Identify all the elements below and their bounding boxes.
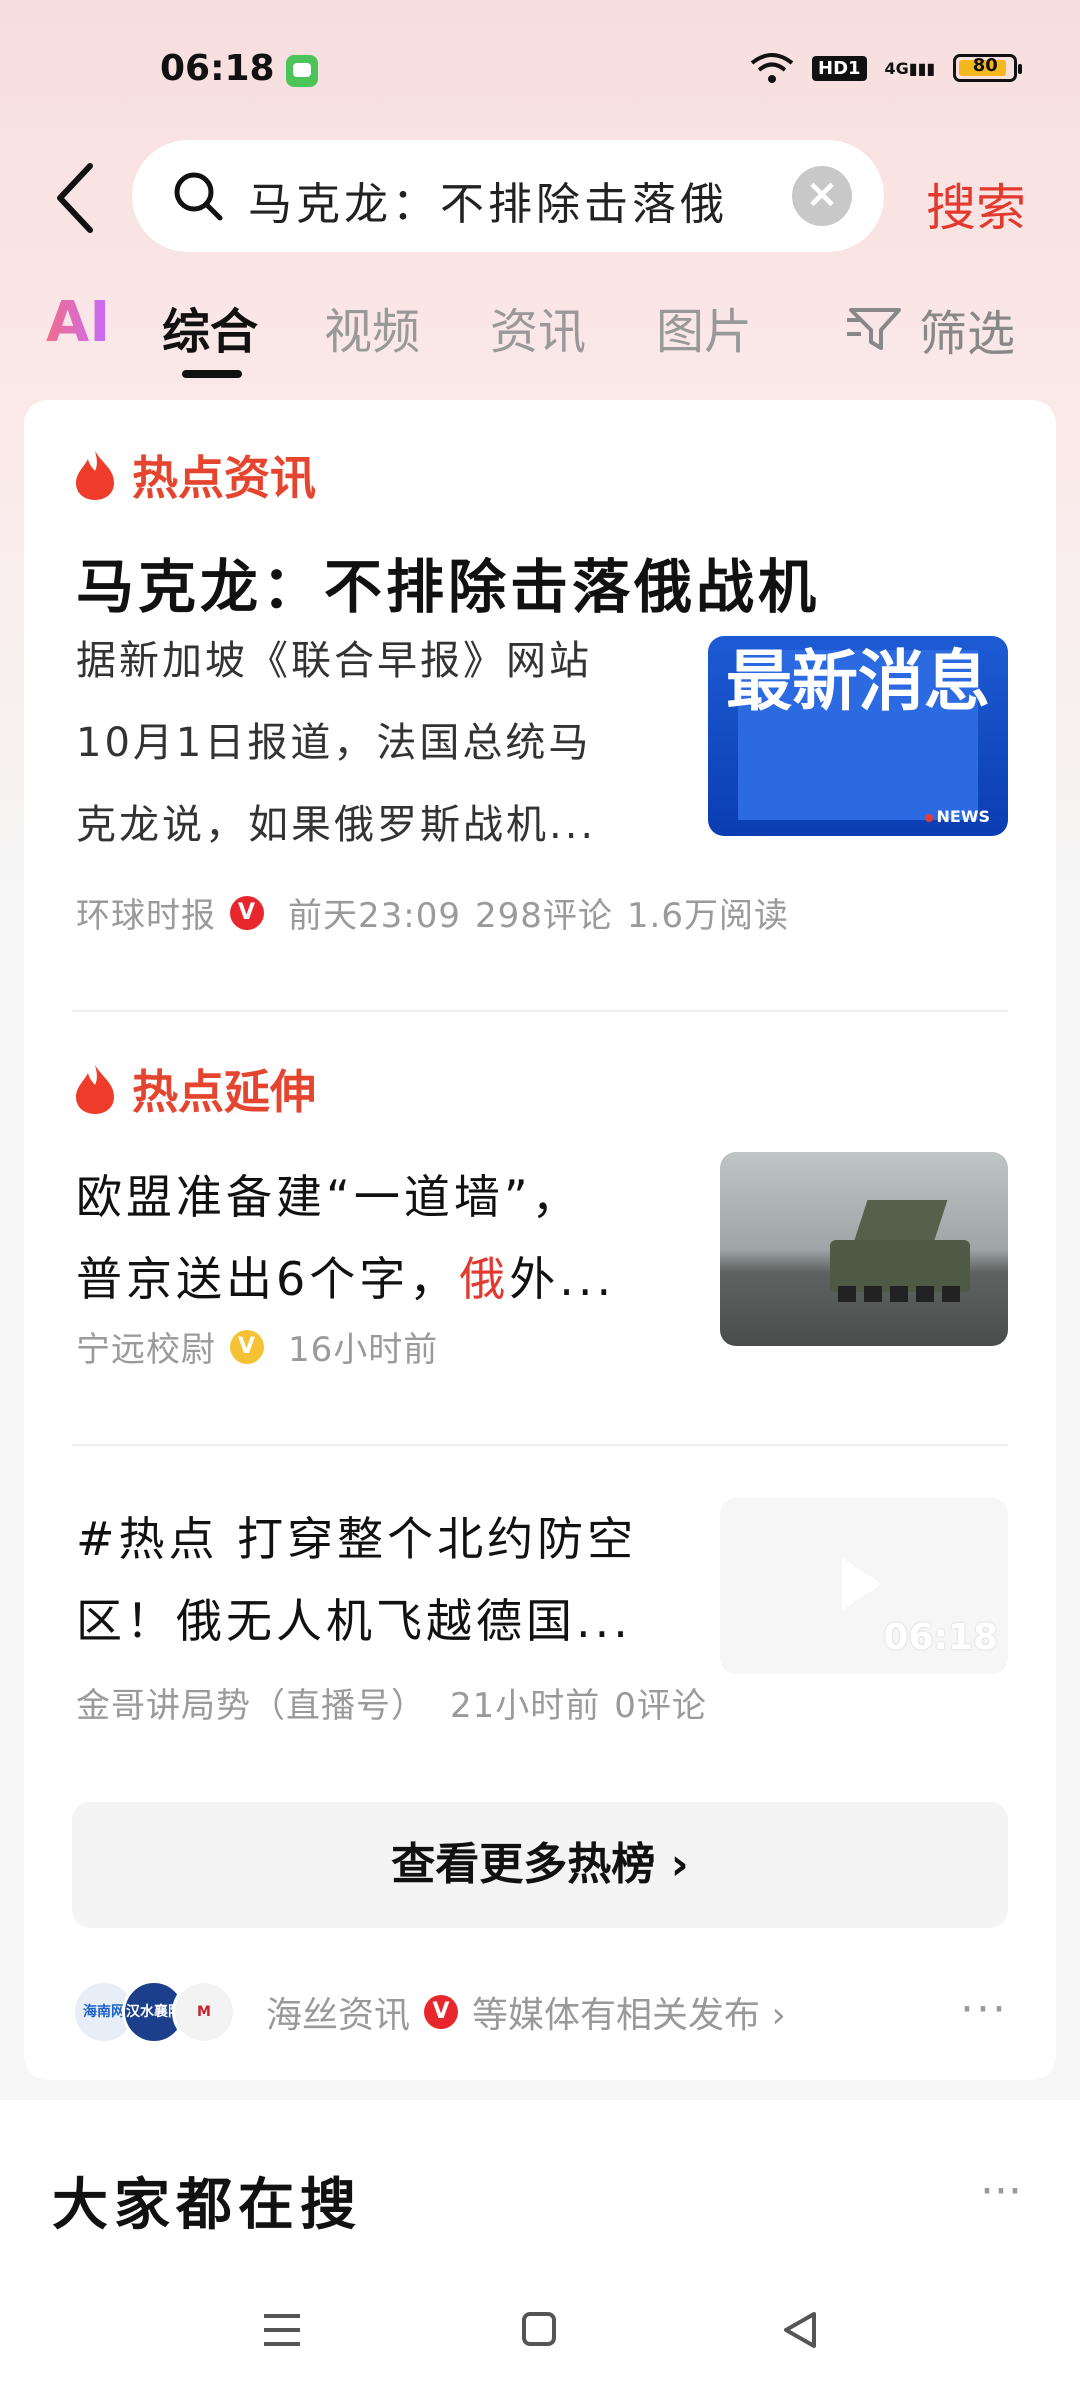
wifi-icon (750, 53, 794, 83)
everyone-searching-title: 大家都在搜 (52, 2173, 362, 2238)
filter-icon (847, 308, 901, 350)
hot-news-section-title: 热点资讯 (74, 442, 316, 508)
source-name[interactable]: 宁远校尉 (76, 1322, 216, 1371)
close-icon: × (805, 171, 839, 217)
media-name: 海丝资讯 (266, 1995, 411, 2036)
clear-search-button[interactable]: × (792, 166, 852, 226)
active-tab-indicator (182, 370, 242, 378)
video-duration: 06:18 (883, 1617, 998, 1658)
publish-time: 前天23:09 (288, 896, 461, 936)
tab-images[interactable]: 图片 (656, 292, 752, 362)
search-box[interactable]: 马克龙：不排除击落俄 × (132, 140, 884, 252)
video-article-title[interactable]: #热点 打穿整个北约防空 区！俄无人机飞越德国... (76, 1498, 637, 1662)
related-article-title[interactable]: 欧盟准备建“一道墙”， 普京送出6个字，俄外... (76, 1156, 615, 1320)
publish-time: 16小时前 (288, 1330, 439, 1370)
thumbnail-news-label: NEWS (925, 807, 991, 826)
more-options-icon[interactable]: ··· (980, 2166, 1022, 2217)
verified-badge-icon: V (424, 1995, 459, 2029)
view-more-hot-list-button[interactable]: 查看更多热榜 › (72, 1802, 1008, 1928)
media-avatars: 海南网 汉水襄阳 M (72, 1980, 236, 2044)
tab-comprehensive[interactable]: 综合 (162, 292, 258, 362)
video-article-meta: 金哥讲局势（直播号） 21小时前 0评论 (76, 1678, 707, 1727)
back-triangle-icon[interactable] (780, 2310, 820, 2350)
battery-level: 80 (972, 55, 998, 76)
filter-label: 筛选 (919, 306, 1016, 362)
search-button[interactable]: 搜索 (926, 168, 1026, 240)
comment-count: 298评论 (474, 896, 613, 936)
headline[interactable]: 马克龙：不排除击落俄战机 (76, 540, 820, 624)
back-arrow-icon[interactable] (50, 158, 100, 238)
article-summary[interactable]: 据新加坡《联合早报》网站 10月1日报道，法国总统马 克龙说，如果俄罗斯战机..… (76, 620, 686, 866)
flame-icon (76, 1065, 114, 1114)
status-bar: 06:18 HD1 4G▮▮▮ 80 (0, 0, 1080, 140)
hd-icon: HD1 (812, 55, 867, 81)
comment-count: 0评论 (614, 1686, 707, 1726)
verified-badge-icon: V (230, 895, 264, 930)
status-time: 06:18 (160, 48, 275, 89)
battery-icon: 80 (953, 54, 1023, 82)
status-icons: HD1 4G▮▮▮ 80 (750, 48, 1023, 88)
read-count: 1.6万阅读 (626, 896, 789, 936)
missile-launcher-photo[interactable] (720, 1152, 1008, 1346)
publish-time: 21小时前 (450, 1686, 601, 1726)
signal-icon: 4G▮▮▮ (884, 58, 936, 78)
divider (72, 1444, 1008, 1446)
source-name[interactable]: 金哥讲局势（直播号） (76, 1678, 426, 1727)
article-meta: 环球时报 V 前天23:09 298评论 1.6万阅读 (76, 888, 789, 937)
video-thumbnail[interactable]: 06:18 (720, 1498, 1008, 1674)
search-icon (174, 172, 223, 221)
flame-icon (76, 451, 114, 500)
more-options-icon[interactable]: ··· (960, 1984, 1008, 2035)
search-input[interactable]: 马克龙：不排除击落俄 (248, 168, 768, 232)
avatar: M (172, 1980, 236, 2044)
source-name[interactable]: 环球时报 (76, 888, 216, 937)
media-sources-row[interactable]: 海南网 汉水襄阳 M 海丝资讯 V 等媒体有相关发布 › (72, 1980, 1032, 2044)
play-icon (842, 1558, 882, 1610)
tab-news[interactable]: 资讯 (490, 292, 586, 362)
news-thumbnail[interactable]: 最新消息 NEWS (708, 636, 1008, 836)
message-notification-icon (286, 55, 318, 87)
thumbnail-title: 最新消息 (726, 643, 990, 720)
results-card: 热点资讯 马克龙：不排除击落俄战机 据新加坡《联合早报》网站 10月1日报道，法… (24, 400, 1056, 2080)
filter-button[interactable]: 筛选 (845, 294, 1015, 364)
verified-badge-icon: V (230, 1329, 264, 1364)
home-icon[interactable] (522, 2312, 556, 2346)
media-suffix: 等媒体有相关发布 › (472, 1995, 786, 2036)
menu-icon[interactable] (262, 2312, 302, 2348)
related-article-meta: 宁远校尉 V 16小时前 (76, 1322, 438, 1371)
hot-extend-section-title: 热点延伸 (74, 1056, 316, 1122)
tab-video[interactable]: 视频 (324, 292, 420, 362)
divider (72, 1010, 1008, 1012)
